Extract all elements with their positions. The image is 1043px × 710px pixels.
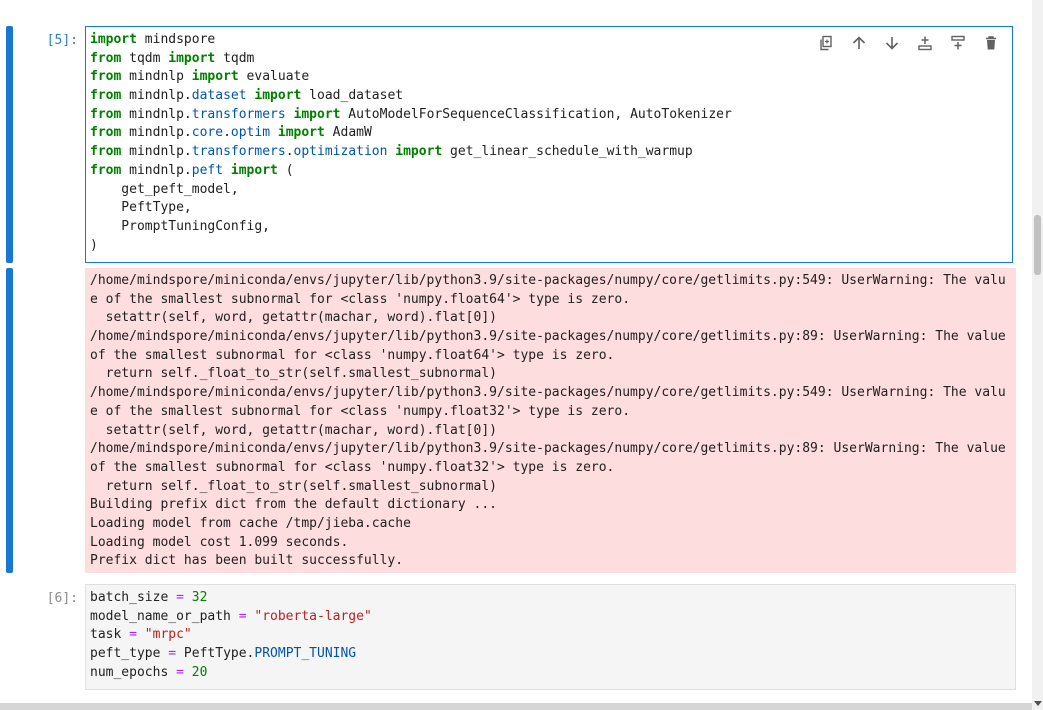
- cell-output-5: /home/mindspore/miniconda/envs/jupyter/l…: [0, 268, 1032, 574]
- stderr-output: /home/mindspore/miniconda/envs/jupyter/l…: [85, 268, 1016, 573]
- insert-above-icon[interactable]: [913, 33, 936, 53]
- code-editor[interactable]: batch_size = 32 model_name_or_path = "ro…: [85, 584, 1016, 690]
- vertical-scrollbar[interactable]: [1032, 0, 1043, 710]
- code-line: from mindnlp.peft import (: [90, 162, 294, 178]
- stderr-line: Building prefix dict from the default di…: [90, 497, 497, 513]
- code-line: from mindnlp.dataset import load_dataset: [90, 88, 404, 104]
- stderr-line: setattr(self, word, getattr(machar, word…: [90, 310, 497, 326]
- cell-collapser[interactable]: [6, 26, 13, 263]
- code-line: model_name_or_path = "roberta-large": [90, 608, 372, 624]
- code-cell-6[interactable]: [6]: batch_size = 32 model_name_or_path …: [0, 584, 1032, 692]
- stderr-line: Loading model cost 1.099 seconds.: [90, 534, 349, 550]
- partial-output-line: ─── ───────── ──────────────── ─ ──────: [90, 0, 584, 6]
- stderr-line: return self._float_to_str(self.smallest_…: [90, 478, 497, 494]
- code-line: num_epochs = 20: [90, 664, 208, 680]
- cell-prompt: [6]:: [46, 591, 78, 606]
- code-line: from mindnlp.transformers.optimization i…: [90, 144, 693, 160]
- code-line: from mindnlp.transformers import AutoMod…: [90, 106, 732, 122]
- output-collapser[interactable]: [6, 268, 13, 573]
- code-line: batch_size = 32: [90, 590, 208, 605]
- stderr-line: of the smallest subnormal for <class 'nu…: [90, 347, 615, 363]
- stderr-line: Loading model from cache /tmp/jieba.cach…: [90, 515, 411, 531]
- stderr-line: return self._float_to_str(self.smallest_…: [90, 366, 497, 382]
- stderr-line: of the smallest subnormal for <class 'nu…: [90, 459, 615, 475]
- stderr-line: setattr(self, word, getattr(machar, word…: [90, 422, 497, 438]
- code-line: PromptTuningConfig,: [90, 218, 271, 234]
- stderr-line: Prefix dict has been built successfully.: [90, 553, 404, 569]
- code-line: get_peft_model,: [90, 181, 239, 197]
- duplicate-icon[interactable]: [814, 33, 837, 53]
- horizontal-scrollbar[interactable]: [0, 703, 1032, 710]
- code-line: ): [90, 237, 98, 253]
- code-cell-5[interactable]: [5]: import mindspore from tqdm import t…: [0, 26, 1032, 266]
- stderr-line: e of the smallest subnormal for <class '…: [90, 403, 631, 419]
- insert-below-icon[interactable]: [946, 33, 969, 53]
- scrollbar-thumb[interactable]: [1034, 215, 1041, 275]
- cell-toolbar: [814, 33, 1002, 53]
- trash-icon[interactable]: [979, 33, 1002, 53]
- cell-prompt: [5]:: [46, 33, 78, 48]
- code-line: from mindnlp import evaluate: [90, 69, 310, 85]
- notebook-panel: ─── ───────── ──────────────── ─ ────── …: [0, 0, 1032, 710]
- code-editor[interactable]: import mindspore from tqdm import tqdm f…: [85, 26, 1013, 263]
- code-line: PeftType,: [90, 200, 192, 216]
- stderr-line: /home/mindspore/miniconda/envs/jupyter/l…: [90, 441, 1006, 457]
- stderr-line: /home/mindspore/miniconda/envs/jupyter/l…: [90, 385, 1006, 401]
- stderr-line: /home/mindspore/miniconda/envs/jupyter/l…: [90, 273, 1006, 288]
- stderr-line: /home/mindspore/miniconda/envs/jupyter/l…: [90, 329, 1006, 345]
- code-line: peft_type = PeftType.PROMPT_TUNING: [90, 646, 357, 662]
- code-line: task = "mrpc": [90, 627, 192, 643]
- arrow-up-icon[interactable]: [847, 33, 870, 53]
- code-line: from mindnlp.core.optim import AdamW: [90, 125, 372, 141]
- arrow-down-icon[interactable]: [880, 33, 903, 53]
- scroll-down-arrow-icon[interactable]: [1034, 701, 1042, 706]
- stderr-line: e of the smallest subnormal for <class '…: [90, 291, 631, 307]
